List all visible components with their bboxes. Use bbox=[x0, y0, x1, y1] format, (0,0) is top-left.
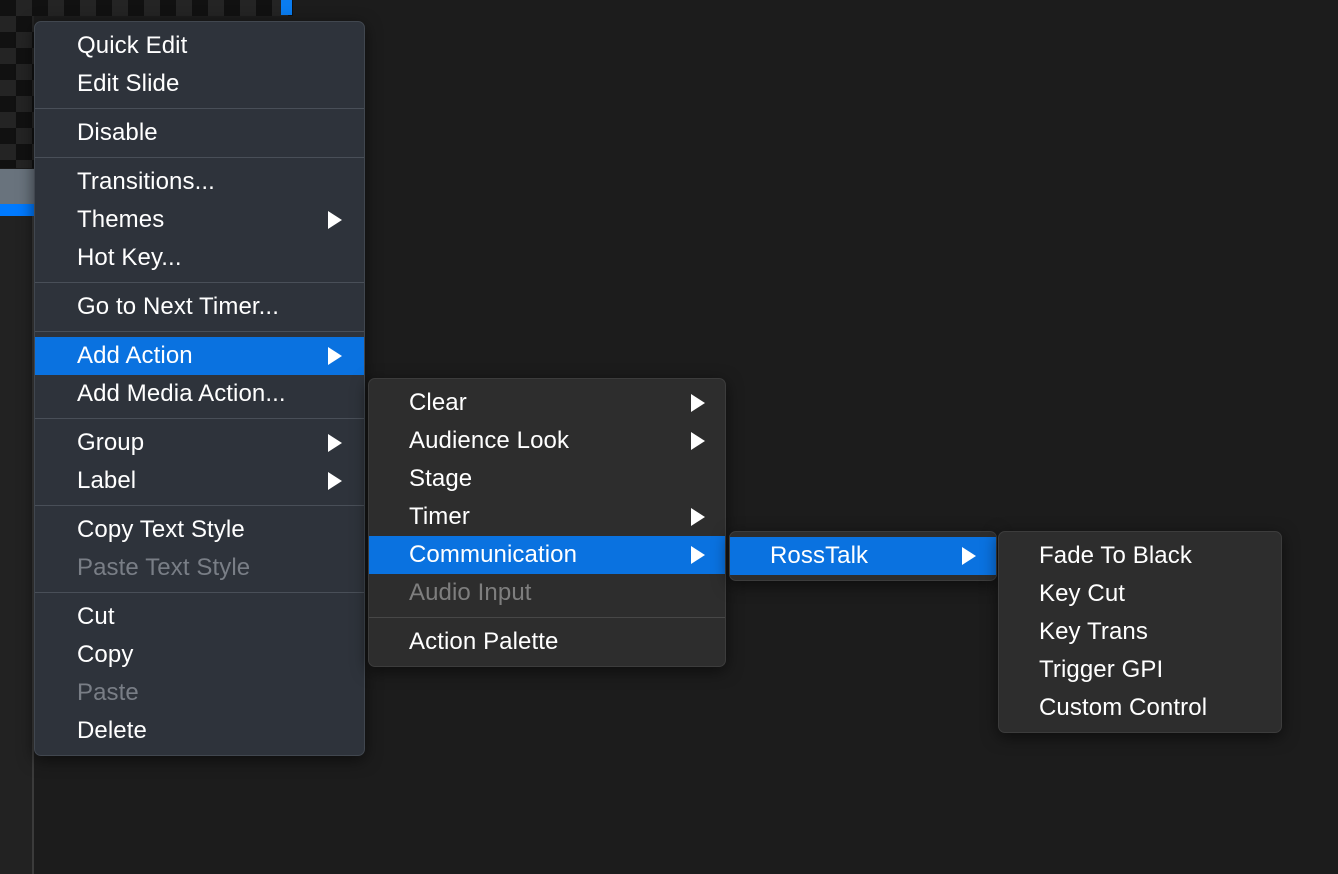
menu-item-label: Action Palette bbox=[409, 628, 559, 655]
menu-item-cut[interactable]: Cut bbox=[35, 598, 364, 636]
menu-item-audience-look[interactable]: Audience Look bbox=[369, 422, 725, 460]
menu-item-label: Cut bbox=[77, 603, 115, 630]
menu-item-label: Key Cut bbox=[1039, 580, 1126, 607]
transparency-checkerboard-column bbox=[0, 0, 34, 168]
menu-item-label: Label bbox=[77, 467, 137, 494]
submenu-arrow-icon bbox=[328, 347, 342, 365]
menu-item-edit-slide[interactable]: Edit Slide bbox=[35, 65, 364, 103]
menu-item-trigger-gpi[interactable]: Trigger GPI bbox=[999, 651, 1281, 689]
menu-item-communication[interactable]: Communication bbox=[369, 536, 725, 574]
submenu-arrow-icon bbox=[691, 546, 705, 564]
menu-separator bbox=[35, 331, 364, 332]
menu-item-label: Audio Input bbox=[409, 579, 532, 606]
menu-item-label: Go to Next Timer... bbox=[77, 293, 279, 320]
menu-item-clear[interactable]: Clear bbox=[369, 384, 725, 422]
menu-item-fade-to-black[interactable]: Fade To Black bbox=[999, 537, 1281, 575]
submenu-arrow-icon bbox=[691, 432, 705, 450]
menu-separator bbox=[35, 282, 364, 283]
menu-item-label: Transitions... bbox=[77, 168, 215, 195]
menu-item-label: Group bbox=[77, 429, 145, 456]
menu-item-label: Add Media Action... bbox=[77, 380, 286, 407]
left-rail bbox=[0, 216, 34, 874]
submenu-arrow-icon bbox=[962, 547, 976, 565]
menu-item-label: Communication bbox=[409, 541, 578, 568]
menu-item-label: Hot Key... bbox=[77, 244, 182, 271]
add-action-submenu[interactable]: Clear Audience Look Stage Timer Communicatio… bbox=[368, 378, 726, 667]
menu-item-label: Quick Edit bbox=[77, 32, 188, 59]
menu-separator bbox=[35, 157, 364, 158]
menu-item-copy[interactable]: Copy bbox=[35, 636, 364, 674]
menu-item-rosstalk[interactable]: RossTalk bbox=[730, 537, 996, 575]
slide-context-menu[interactable]: Quick Edit Edit Slide Disable Transitions..… bbox=[34, 21, 365, 756]
menu-item-group[interactable]: Group bbox=[35, 424, 364, 462]
menu-item-go-to-next-timer[interactable]: Go to Next Timer... bbox=[35, 288, 364, 326]
menu-item-audio-input: Audio Input bbox=[369, 574, 725, 612]
menu-item-key-trans[interactable]: Key Trans bbox=[999, 613, 1281, 651]
menu-separator bbox=[35, 418, 364, 419]
menu-item-label: Copy Text Style bbox=[77, 516, 245, 543]
menu-item-label: Delete bbox=[77, 717, 147, 744]
submenu-arrow-icon bbox=[328, 211, 342, 229]
menu-item-copy-text-style[interactable]: Copy Text Style bbox=[35, 511, 364, 549]
menu-item-stage[interactable]: Stage bbox=[369, 460, 725, 498]
transparency-checkerboard-strip bbox=[0, 0, 293, 16]
menu-item-label: Copy bbox=[77, 641, 134, 668]
menu-item-delete[interactable]: Delete bbox=[35, 712, 364, 750]
submenu-arrow-icon bbox=[691, 394, 705, 412]
menu-item-label: Key Trans bbox=[1039, 618, 1148, 645]
menu-item-label: Paste bbox=[77, 679, 139, 706]
add-action-submenu-body: Clear Audience Look Stage Timer Communicatio… bbox=[369, 379, 725, 666]
menu-item-custom-control[interactable]: Custom Control bbox=[999, 689, 1281, 727]
selected-slide-thumbnail[interactable] bbox=[0, 168, 34, 204]
menu-item-label: Disable bbox=[77, 119, 158, 146]
menu-item-transitions[interactable]: Transitions... bbox=[35, 163, 364, 201]
menu-separator bbox=[369, 617, 725, 618]
slide-context-menu-body: Quick Edit Edit Slide Disable Transitions..… bbox=[35, 22, 364, 755]
menu-item-label: Clear bbox=[409, 389, 467, 416]
menu-separator bbox=[35, 592, 364, 593]
menu-item-timer[interactable]: Timer bbox=[369, 498, 725, 536]
submenu-arrow-icon bbox=[691, 508, 705, 526]
menu-item-disable[interactable]: Disable bbox=[35, 114, 364, 152]
communication-submenu[interactable]: RossTalk bbox=[729, 531, 997, 581]
menu-item-label: Custom Control bbox=[1039, 694, 1208, 721]
menu-separator bbox=[35, 108, 364, 109]
menu-item-hot-key[interactable]: Hot Key... bbox=[35, 239, 364, 277]
menu-item-label[interactable]: Label bbox=[35, 462, 364, 500]
menu-item-quick-edit[interactable]: Quick Edit bbox=[35, 27, 364, 65]
menu-item-label: RossTalk bbox=[770, 542, 869, 569]
submenu-arrow-icon bbox=[328, 472, 342, 490]
rosstalk-submenu[interactable]: Fade To Black Key Cut Key Trans Trigger GPI… bbox=[998, 531, 1282, 733]
menu-item-themes[interactable]: Themes bbox=[35, 201, 364, 239]
menu-item-label: Themes bbox=[77, 206, 165, 233]
communication-submenu-body: RossTalk bbox=[730, 532, 996, 580]
menu-item-label: Paste Text Style bbox=[77, 554, 251, 581]
app-root: Quick Edit Edit Slide Disable Transitions..… bbox=[0, 0, 1338, 874]
menu-item-label: Audience Look bbox=[409, 427, 570, 454]
playhead-marker[interactable] bbox=[281, 0, 292, 15]
menu-item-add-media-action[interactable]: Add Media Action... bbox=[35, 375, 364, 413]
menu-item-key-cut[interactable]: Key Cut bbox=[999, 575, 1281, 613]
menu-item-label: Edit Slide bbox=[77, 70, 180, 97]
menu-item-add-action[interactable]: Add Action bbox=[35, 337, 364, 375]
menu-item-label: Fade To Black bbox=[1039, 542, 1192, 569]
menu-item-label: Stage bbox=[409, 465, 473, 492]
menu-separator bbox=[35, 505, 364, 506]
menu-item-paste: Paste bbox=[35, 674, 364, 712]
submenu-arrow-icon bbox=[328, 434, 342, 452]
rosstalk-submenu-body: Fade To Black Key Cut Key Trans Trigger GPI… bbox=[999, 532, 1281, 732]
menu-item-label: Timer bbox=[409, 503, 470, 530]
menu-item-label: Trigger GPI bbox=[1039, 656, 1164, 683]
menu-item-action-palette[interactable]: Action Palette bbox=[369, 623, 725, 661]
menu-item-label: Add Action bbox=[77, 342, 193, 369]
menu-item-paste-text-style: Paste Text Style bbox=[35, 549, 364, 587]
selected-slide-indicator-bar bbox=[0, 204, 34, 216]
